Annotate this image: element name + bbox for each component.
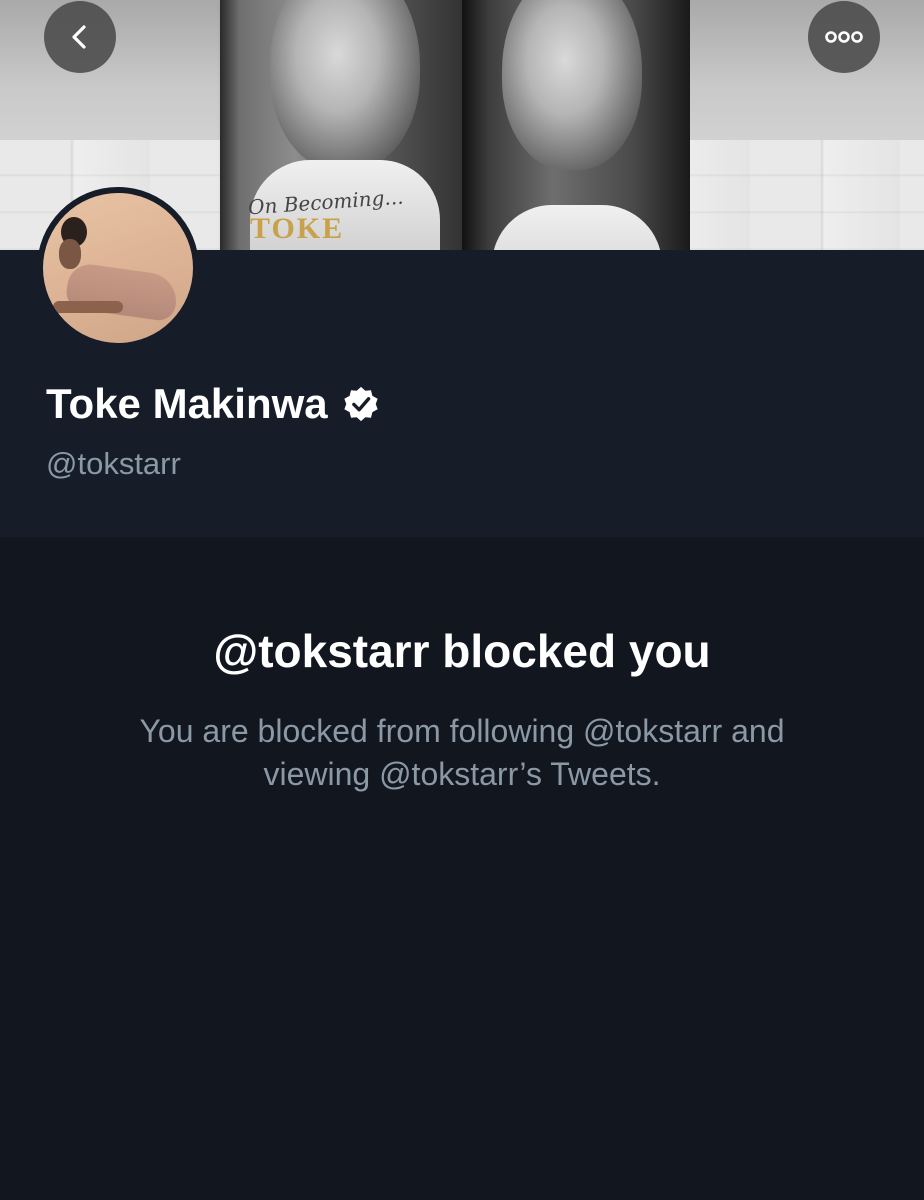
chevron-left-icon (72, 25, 86, 49)
display-name-row: Toke Makinwa (46, 380, 380, 428)
book-name: TOKE (250, 212, 345, 245)
back-button[interactable] (44, 1, 116, 73)
blocked-title: @tokstarr blocked you (213, 625, 711, 677)
banner-book-front: On Becoming... TOKE (220, 0, 470, 250)
book-shirt (492, 205, 662, 250)
avatar-arm (53, 301, 123, 313)
avatar-image (43, 193, 193, 343)
banner-book-back (462, 0, 690, 250)
avatar[interactable] (37, 187, 199, 349)
avatar-body (64, 261, 180, 323)
more-horizontal-icon (825, 31, 863, 43)
profile-handle: @tokstarr (46, 446, 181, 481)
verified-badge-icon (344, 386, 378, 422)
blocked-message-line1: You are blocked from following @tokstarr… (139, 713, 785, 749)
book-portrait (270, 0, 420, 170)
avatar-head (59, 239, 81, 269)
blocked-message: You are blocked from following @tokstarr… (80, 710, 844, 796)
display-name: Toke Makinwa (46, 380, 328, 427)
more-options-button[interactable] (808, 1, 880, 73)
book-portrait (502, 0, 642, 170)
blocked-message-line2: viewing @tokstarr’s Tweets. (263, 756, 661, 792)
